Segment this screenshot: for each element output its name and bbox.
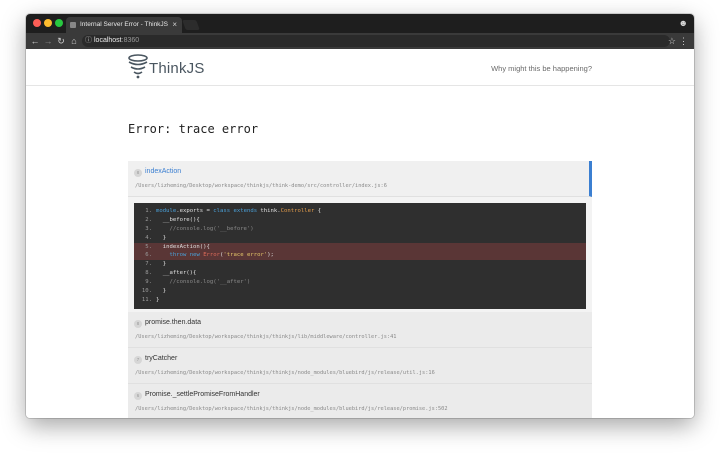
tab-bar: Internal Server Error - ThinkJS × ☻ — [26, 14, 694, 33]
frame-function: Promise._settlePromiseFromHandler — [145, 390, 260, 398]
frame-function: promise.then.data — [145, 318, 202, 326]
frame-function: indexAction — [145, 168, 182, 175]
url-port: :8360 — [121, 37, 140, 44]
frame-path: /Users/lizheming/Desktop/workspace/think… — [135, 369, 435, 376]
error-title: Error: trace error — [128, 122, 259, 136]
frame-path: /Users/lizheming/Desktop/workspace/think… — [135, 405, 448, 412]
tab-close-icon[interactable]: × — [172, 17, 177, 33]
maximize-window-button[interactable] — [55, 19, 63, 27]
bookmark-star-icon[interactable]: ☆ — [668, 34, 676, 48]
thinkjs-logo-icon — [128, 54, 148, 79]
logo-text: ThinkJS — [149, 60, 205, 77]
code-line: 3. //console.log('__before') — [145, 225, 254, 232]
incognito-profile-icon[interactable]: ☻ — [679, 18, 688, 28]
code-line: 9. //console.log('__after') — [145, 279, 251, 286]
url-host: localhost — [94, 37, 122, 44]
code-line: 1. module.exports = class extends think.C… — [145, 208, 322, 214]
frame-path: /Users/lizheming/Desktop/workspace/think… — [135, 183, 387, 189]
info-icon[interactable]: ⓘ — [85, 35, 92, 47]
back-arrow-icon[interactable]: ← — [29, 34, 41, 48]
close-window-button[interactable] — [33, 19, 41, 27]
stack-frame[interactable]: 7 tryCatcher /Users/lizheming/Desktop/wo… — [128, 347, 592, 384]
code-line: 2. __before(){ — [145, 216, 200, 223]
code-line-highlighted: 5. indexAction(){ — [134, 242, 586, 252]
code-line: 8. __after(){ — [145, 270, 197, 277]
minimize-window-button[interactable] — [44, 19, 52, 27]
stack-frame[interactable]: 8 promise.then.data /Users/lizheming/Des… — [128, 311, 592, 348]
frame-number: 8 — [134, 319, 142, 328]
stack-frame[interactable]: 8 indexAction /Users/lizheming/Desktop/w… — [128, 161, 592, 197]
why-happening-link[interactable]: Why might this be happening? — [491, 64, 592, 73]
code-line: 7. } — [145, 261, 167, 268]
frame-path: /Users/lizheming/Desktop/workspace/think… — [135, 333, 397, 340]
code-line: 4. } — [145, 234, 167, 241]
code-line: 11.} — [141, 296, 160, 303]
forward-arrow-icon[interactable]: → — [42, 34, 54, 48]
code-line-highlighted: 6. throw new Error('trace error'); — [134, 251, 586, 261]
browser-toolbar: ← → ↻ ⌂ ⓘ localhost:8360 ☆ ⋮ — [26, 33, 694, 49]
new-tab-button[interactable] — [182, 20, 200, 30]
site-header: ThinkJS Why might this be happening? — [26, 49, 694, 86]
page-content: ThinkJS Why might this be happening? Err… — [26, 49, 694, 418]
home-icon[interactable]: ⌂ — [68, 34, 80, 48]
browser-tab[interactable]: Internal Server Error - ThinkJS × — [66, 17, 182, 33]
frame-number: 7 — [134, 355, 142, 364]
reload-icon[interactable]: ↻ — [55, 34, 67, 48]
menu-dots-icon[interactable]: ⋮ — [679, 34, 688, 48]
address-bar[interactable]: ⓘ localhost:8360 — [82, 35, 670, 47]
favicon-icon — [70, 22, 76, 28]
tab-title: Internal Server Error - ThinkJS — [80, 21, 169, 28]
frame-function: tryCatcher — [145, 354, 178, 362]
frame-number: 6 — [134, 391, 142, 400]
stack-frame[interactable]: 6 Promise._settlePromiseFromHandler /Use… — [128, 383, 592, 418]
code-context: 1. module.exports = class extends think.C… — [128, 197, 592, 312]
code-block: 1. module.exports = class extends think.C… — [134, 203, 586, 309]
frame-number: 8 — [134, 169, 142, 177]
browser-window: Internal Server Error - ThinkJS × ☻ ← → … — [26, 14, 694, 418]
code-line: 10. } — [141, 288, 167, 295]
stack-trace: 8 indexAction /Users/lizheming/Desktop/w… — [128, 161, 592, 418]
